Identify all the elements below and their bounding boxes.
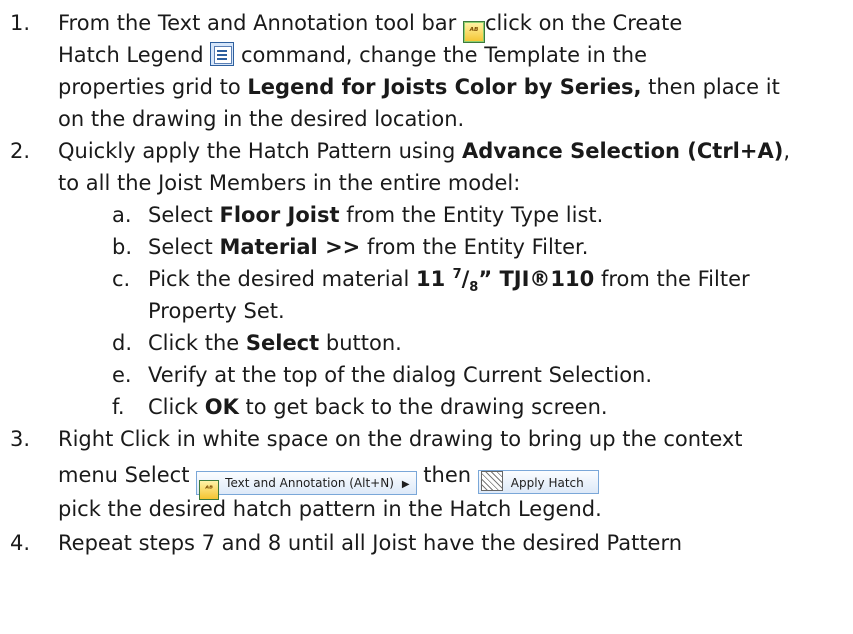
step-1-text-cont: then place it bbox=[648, 75, 780, 99]
fraction-numerator: 7 bbox=[452, 267, 462, 282]
substep-text: Select bbox=[148, 235, 213, 259]
material-size: 11 bbox=[416, 267, 446, 291]
step-1-text: Hatch Legend bbox=[58, 43, 204, 67]
menu-item-label: Apply Hatch bbox=[510, 476, 584, 490]
step-1-line-4: on the drawing in the desired location. bbox=[58, 107, 465, 131]
step-3-number: 3. bbox=[10, 427, 31, 451]
substep-text: Click the bbox=[148, 331, 240, 355]
step-2-line-2: to all the Joist Members in the entire m… bbox=[58, 171, 521, 195]
substep-text: button. bbox=[325, 331, 402, 355]
step-2-line-1: Quickly apply the Hatch Pattern using Ad… bbox=[58, 136, 790, 166]
step-2-number: 2. bbox=[10, 139, 31, 163]
substep-text: from the Filter bbox=[600, 267, 750, 291]
advance-selection-label: Advance Selection (Ctrl+A) bbox=[462, 139, 784, 163]
substep-f-letter: f. bbox=[112, 395, 125, 419]
text-annotation-menu-item: ᴬᴮ Text and Annotation (Alt+N) ▶ bbox=[196, 471, 417, 500]
substep-bold: Select bbox=[245, 331, 320, 355]
substep-b-letter: b. bbox=[112, 235, 133, 259]
step-1-line-1: From the Text and Annotation tool bar ᴬᴮ… bbox=[58, 8, 682, 43]
substep-f: Click OK to get back to the drawing scre… bbox=[148, 392, 608, 422]
step-4-number: 4. bbox=[10, 531, 31, 555]
substep-c-letter: c. bbox=[112, 267, 131, 291]
step-3-line-2: menu Select ᴬᴮ Text and Annotation (Alt+N… bbox=[58, 460, 599, 500]
substep-text: Select bbox=[148, 203, 213, 227]
substep-c: Pick the desired material 11 7/8” TJI®11… bbox=[148, 264, 750, 294]
instructions-document: 1. From the Text and Annotation tool bar… bbox=[0, 0, 853, 634]
substep-text: from the Entity Type list. bbox=[346, 203, 604, 227]
step-1-line-3: properties grid to Legend for Joists Col… bbox=[58, 72, 780, 102]
apply-hatch-menu-item: Apply Hatch bbox=[477, 470, 599, 494]
submenu-arrow-icon: ▶ bbox=[401, 479, 410, 490]
substep-e-letter: e. bbox=[112, 363, 132, 387]
menu-item-label: Text and Annotation (Alt+N) bbox=[225, 476, 394, 490]
step-1-text: From the Text and Annotation tool bar bbox=[58, 11, 457, 35]
substep-e: Verify at the top of the dialog Current … bbox=[148, 363, 653, 387]
substep-d-letter: d. bbox=[112, 331, 133, 355]
substep-c-cont: Property Set. bbox=[148, 299, 285, 323]
substep-b: Select Material >> from the Entity Filte… bbox=[148, 232, 588, 262]
step-1-text-cont: click on the Create bbox=[484, 11, 683, 35]
step-3-text: menu Select bbox=[58, 463, 190, 487]
substep-a-letter: a. bbox=[112, 203, 132, 227]
step-3-text-cont: then bbox=[423, 463, 472, 487]
hatch-icon bbox=[480, 471, 503, 491]
hatch-legend-icon bbox=[210, 42, 235, 66]
step-1-number: 1. bbox=[10, 11, 31, 35]
step-4-line-1: Repeat steps 7 and 8 until all Joist hav… bbox=[58, 531, 683, 555]
substep-bold: Material >> bbox=[219, 235, 361, 259]
step-2-text-cont: , bbox=[783, 139, 791, 163]
substep-bold: OK bbox=[204, 395, 239, 419]
step-1-text: properties grid to bbox=[58, 75, 241, 99]
step-2-text: Quickly apply the Hatch Pattern using bbox=[58, 139, 456, 163]
substep-a: Select Floor Joist from the Entity Type … bbox=[148, 200, 603, 230]
step-3-line-3: pick the desired hatch pattern in the Ha… bbox=[58, 497, 602, 521]
substep-d: Click the Select button. bbox=[148, 328, 402, 358]
fraction-denominator: 8 bbox=[469, 280, 479, 296]
material-type: ” TJI®110 bbox=[478, 267, 595, 291]
substep-text: Pick the desired material bbox=[148, 267, 410, 291]
substep-text: Click bbox=[148, 395, 199, 419]
step-1-text-cont: command, change the Template in the bbox=[240, 43, 647, 67]
step-3-line-1: Right Click in white space on the drawin… bbox=[58, 427, 743, 451]
substep-bold: Floor Joist bbox=[219, 203, 340, 227]
substep-text: from the Entity Filter. bbox=[366, 235, 589, 259]
legend-template-name: Legend for Joists Color by Series, bbox=[247, 75, 642, 99]
substep-text: to get back to the drawing screen. bbox=[245, 395, 608, 419]
step-1-line-2: Hatch Legend command, change the Templat… bbox=[58, 40, 647, 70]
material-name: 11 7/8” TJI®110 bbox=[416, 267, 595, 294]
